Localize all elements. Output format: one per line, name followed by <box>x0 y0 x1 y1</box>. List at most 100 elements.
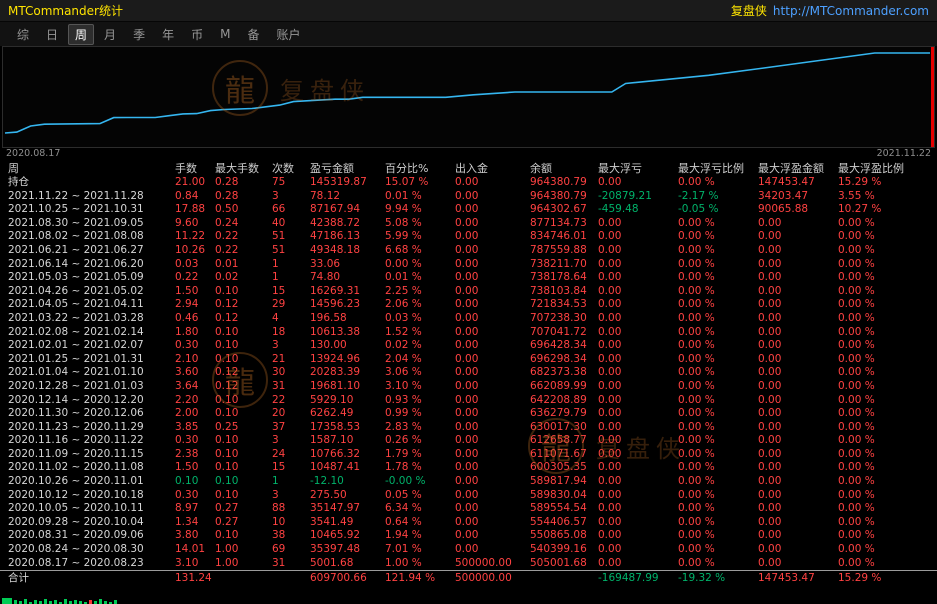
value-cell: 78.12 <box>310 190 385 204</box>
table-row[interactable]: 2021.03.22 ~ 2021.03.280.460.124196.580.… <box>0 312 937 326</box>
value-cell: 31 <box>272 557 310 571</box>
column-header[interactable]: 余额 <box>530 161 598 176</box>
mini-bar <box>99 599 102 604</box>
value-cell: 2.04 % <box>385 353 455 367</box>
table-row[interactable]: 2020.09.28 ~ 2020.10.041.340.27103541.49… <box>0 516 937 530</box>
column-header[interactable]: 次数 <box>272 161 310 176</box>
column-header[interactable]: 最大浮亏 <box>598 161 678 176</box>
value-cell: 0.84 <box>175 190 215 204</box>
value-cell: 196.58 <box>310 312 385 326</box>
menu-item-3[interactable]: 周 <box>68 24 94 45</box>
value-cell: 0.00 % <box>838 353 937 367</box>
value-cell: 3.55 % <box>838 190 937 204</box>
table-row[interactable]: 2020.11.16 ~ 2020.11.220.300.1031587.100… <box>0 434 937 448</box>
menu-item-5[interactable]: 季 <box>126 24 152 45</box>
column-header[interactable]: 最大浮亏比例 <box>678 161 758 176</box>
table-row[interactable]: 2021.08.02 ~ 2021.08.0811.220.225147186.… <box>0 230 937 244</box>
table-row[interactable]: 2021.08.30 ~ 2021.09.059.600.244042388.7… <box>0 217 937 231</box>
value-cell: 0.00 % <box>385 258 455 272</box>
value-cell: 14.01 <box>175 543 215 557</box>
chart-axis-row: 2020.08.17 2021.11.22 <box>0 148 937 161</box>
value-cell: 13924.96 <box>310 353 385 367</box>
table-row[interactable]: 2021.05.03 ~ 2021.05.090.220.02174.800.0… <box>0 271 937 285</box>
menu-item-9[interactable]: 备 <box>240 24 266 45</box>
table-row[interactable]: 持仓21.000.2875145319.8715.07 %0.00964380.… <box>0 176 937 190</box>
menu-item-7[interactable]: 币 <box>184 24 210 45</box>
menu-item-1[interactable]: 综 <box>10 24 36 45</box>
period-cell: 2020.09.28 ~ 2020.10.04 <box>8 516 175 530</box>
column-header[interactable]: 周 <box>8 161 175 176</box>
value-cell: 3.85 <box>175 421 215 435</box>
table-row[interactable]: 2020.08.24 ~ 2020.08.3014.011.006935397.… <box>0 543 937 557</box>
menu-item-6[interactable]: 年 <box>155 24 181 45</box>
table-row[interactable]: 2021.10.25 ~ 2021.10.3117.880.506687167.… <box>0 203 937 217</box>
period-cell: 2020.11.02 ~ 2020.11.08 <box>8 461 175 475</box>
value-cell: 0.00 % <box>678 502 758 516</box>
total-row[interactable]: 合计131.24609700.66121.94 %500000.00-16948… <box>0 570 937 586</box>
value-cell: 10613.38 <box>310 326 385 340</box>
value-cell: 0.00 <box>758 230 838 244</box>
period-cell: 2021.06.21 ~ 2021.06.27 <box>8 244 175 258</box>
value-cell: 0.00 <box>598 271 678 285</box>
value-cell: 0.10 <box>215 353 272 367</box>
value-cell: 0.00 <box>455 217 530 231</box>
value-cell: 0.01 % <box>385 271 455 285</box>
table-row[interactable]: 2020.10.12 ~ 2020.10.180.300.103275.500.… <box>0 489 937 503</box>
table-row[interactable]: 2021.01.25 ~ 2021.01.312.100.102113924.9… <box>0 353 937 367</box>
table-row[interactable]: 2020.11.30 ~ 2020.12.062.000.10206262.49… <box>0 407 937 421</box>
table-row[interactable]: 2021.02.01 ~ 2021.02.070.300.103130.000.… <box>0 339 937 353</box>
menu-item-10[interactable]: 账户 <box>269 24 307 45</box>
column-header[interactable]: 出入金 <box>455 161 530 176</box>
value-cell: 0.00 <box>598 529 678 543</box>
value-cell: -2.17 % <box>678 190 758 204</box>
value-cell: 10766.32 <box>310 448 385 462</box>
value-cell: 0.10 <box>215 461 272 475</box>
table-row[interactable]: 2021.06.21 ~ 2021.06.2710.260.225149348.… <box>0 244 937 258</box>
value-cell: 0.10 <box>175 475 215 489</box>
value-cell: 35147.97 <box>310 502 385 516</box>
value-cell: 738178.64 <box>530 271 598 285</box>
value-cell: 74.80 <box>310 271 385 285</box>
value-cell: 0.00 <box>758 529 838 543</box>
period-cell: 2021.02.01 ~ 2021.02.07 <box>8 339 175 353</box>
table-row[interactable]: 2020.08.17 ~ 2020.08.233.101.00315001.68… <box>0 557 937 571</box>
table-row[interactable]: 2021.11.22 ~ 2021.11.280.840.28378.120.0… <box>0 190 937 204</box>
value-cell: 0.00 % <box>678 176 758 190</box>
table-row[interactable]: 2020.10.26 ~ 2020.11.010.100.101-12.10-0… <box>0 475 937 489</box>
value-cell: 0.00 % <box>838 407 937 421</box>
value-cell: 66 <box>272 203 310 217</box>
table-row[interactable]: 2020.11.09 ~ 2020.11.152.380.102410766.3… <box>0 448 937 462</box>
table-row[interactable]: 2020.11.23 ~ 2020.11.293.850.253717358.5… <box>0 421 937 435</box>
table-row[interactable]: 2020.08.31 ~ 2020.09.063.800.103810465.9… <box>0 529 937 543</box>
table-row[interactable]: 2021.02.08 ~ 2021.02.141.800.101810613.3… <box>0 326 937 340</box>
table-row[interactable]: 2020.12.14 ~ 2020.12.202.200.10225929.10… <box>0 394 937 408</box>
column-header[interactable]: 盈亏金额 <box>310 161 385 176</box>
period-cell: 2020.12.14 ~ 2020.12.20 <box>8 394 175 408</box>
column-header[interactable]: 百分比% <box>385 161 455 176</box>
table-row[interactable]: 2021.04.26 ~ 2021.05.021.500.101516269.3… <box>0 285 937 299</box>
value-cell: 0.00 <box>758 366 838 380</box>
value-cell: -0.05 % <box>678 203 758 217</box>
column-header[interactable]: 最大浮盈金额 <box>758 161 838 176</box>
table-row[interactable]: 2020.11.02 ~ 2020.11.081.500.101510487.4… <box>0 461 937 475</box>
menu-item-4[interactable]: 月 <box>97 24 123 45</box>
table-row[interactable]: 2021.04.05 ~ 2021.04.112.940.122914596.2… <box>0 298 937 312</box>
menu-item-8[interactable]: M <box>213 25 237 43</box>
value-cell: 0.00 % <box>838 434 937 448</box>
value-cell: 0.00 % <box>678 230 758 244</box>
equity-chart-panel[interactable] <box>2 46 935 148</box>
table-row[interactable]: 2021.06.14 ~ 2021.06.200.030.01133.060.0… <box>0 258 937 272</box>
table-row[interactable]: 2021.01.04 ~ 2021.01.103.600.123020283.3… <box>0 366 937 380</box>
value-cell: 0.00 <box>598 448 678 462</box>
menu-item-2[interactable]: 日 <box>39 24 65 45</box>
value-cell: 0.00 <box>758 339 838 353</box>
table-row[interactable]: 2020.12.28 ~ 2021.01.033.640.123119681.1… <box>0 380 937 394</box>
period-cell: 2020.08.24 ~ 2020.08.30 <box>8 543 175 557</box>
column-header[interactable]: 手数 <box>175 161 215 176</box>
brand-url-link[interactable]: http://MTCommander.com <box>773 4 929 18</box>
column-header[interactable]: 最大手数 <box>215 161 272 176</box>
value-cell: 18 <box>272 326 310 340</box>
column-header[interactable]: 最大浮盈比例 <box>838 161 937 176</box>
table-row[interactable]: 2020.10.05 ~ 2020.10.118.970.278835147.9… <box>0 502 937 516</box>
value-cell: 147453.47 <box>758 571 838 586</box>
